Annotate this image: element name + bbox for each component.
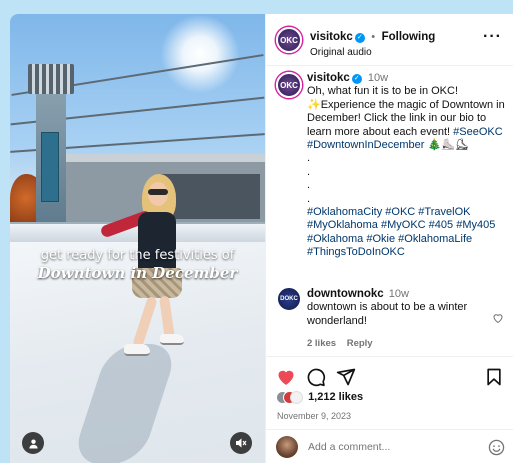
comment-body: downtownokc 10w downtown is about to be …	[307, 288, 487, 351]
sun-glare	[160, 14, 240, 94]
hashtag-link[interactable]: #Oklahoma	[307, 233, 363, 245]
hashtag-link[interactable]: #MyOKC	[381, 219, 426, 231]
hashtag-link[interactable]: #My405	[456, 219, 495, 231]
comments-scroll-area[interactable]: OKC visitokc ✓ 10w Oh, what fun it is to …	[266, 66, 513, 356]
avatar-text: OKC	[280, 35, 298, 45]
post-actions: 1,212 likes November 9, 2023	[266, 356, 513, 463]
caption-dot: .	[307, 192, 311, 205]
comment-like-heart-icon[interactable]	[492, 312, 504, 324]
verified-badge-icon: ✓	[351, 74, 362, 84]
comment-text: downtown is about to be a winter wonderl…	[307, 301, 468, 327]
post-details-panel: OKC visitokc ✓ • Following Original audio…	[265, 14, 513, 463]
more-options-icon[interactable]: ···	[483, 28, 502, 46]
person-icon	[28, 438, 38, 449]
hashtag-link[interactable]: #OklahomaCity	[307, 206, 382, 218]
add-comment-input[interactable]	[308, 439, 468, 455]
header-info: visitokc ✓ • Following Original audio	[310, 27, 435, 58]
verified-badge-icon: ✓	[354, 33, 365, 43]
avatar-text: DOKC	[280, 296, 298, 302]
comment-likes[interactable]: 2 likes	[307, 338, 336, 349]
tower-banner	[41, 132, 59, 202]
mute-button[interactable]	[230, 432, 252, 454]
current-user-avatar[interactable]	[276, 436, 298, 458]
separator: •	[371, 31, 376, 43]
tower-floodlights	[28, 64, 74, 94]
share-paper-plane-icon[interactable]	[336, 367, 356, 387]
post-author-avatar[interactable]: OKC	[276, 72, 302, 98]
emoji-smiley-icon[interactable]	[488, 439, 505, 456]
commenter-username[interactable]: downtownokc	[307, 288, 384, 300]
video-caption-line2: Downtown in December	[37, 264, 238, 282]
add-comment-bar	[266, 429, 513, 463]
post-caption: visitokc ✓ 10w Oh, what fun it is to be i…	[307, 72, 507, 260]
author-avatar[interactable]: OKC	[276, 27, 302, 53]
hashtag-link[interactable]: #OKC	[385, 206, 415, 218]
user-tags-button[interactable]	[22, 432, 44, 454]
post-date[interactable]: November 9, 2023	[277, 411, 351, 421]
instagram-post-modal: get ready for the festivities of Downtow…	[10, 14, 513, 463]
caption-dot: .	[307, 165, 311, 178]
hashtag-link[interactable]: #MyOklahoma	[307, 219, 378, 231]
hashtag-link[interactable]: #SeeOKC	[453, 126, 503, 138]
caption-dot: .	[307, 152, 311, 165]
video-caption-line1: get ready for the festivities of	[40, 248, 235, 263]
post-video[interactable]: get ready for the festivities of Downtow…	[10, 14, 265, 463]
commenter-avatar[interactable]: DOKC	[276, 286, 302, 312]
liker-avatar	[290, 391, 303, 404]
hashtag-link[interactable]: #DowntownInDecember	[307, 139, 424, 151]
likes-summary[interactable]: 1,212 likes	[276, 391, 363, 404]
hashtag-link[interactable]: #TravelOK	[418, 206, 470, 218]
audio-link[interactable]: Original audio	[310, 47, 435, 58]
comment-icon[interactable]	[306, 367, 326, 387]
likes-count[interactable]: 1,212 likes	[308, 391, 363, 403]
post-header: OKC visitokc ✓ • Following Original audio…	[266, 14, 513, 66]
caption-line1: Oh, what fun it is to be in OKC!	[307, 85, 459, 98]
hashtag-link[interactable]: #ThingsToDoInOKC	[307, 246, 405, 258]
comment-age: 10w	[388, 288, 409, 300]
heart-liked-icon[interactable]	[276, 367, 296, 387]
reply-button[interactable]: Reply	[347, 338, 373, 349]
hashtag-link[interactable]: #405	[429, 219, 453, 231]
caption-dot: .	[307, 179, 311, 192]
hashtag-link[interactable]: #OklahomaLife	[398, 233, 472, 245]
author-username[interactable]: visitokc	[310, 31, 353, 43]
caption-emoji: 🎄⛸️⛸	[427, 139, 469, 152]
speaker-muted-icon	[236, 438, 247, 448]
save-bookmark-icon[interactable]	[484, 367, 504, 387]
caption-username[interactable]: visitokc	[307, 72, 350, 84]
avatar-text: OKC	[280, 80, 298, 90]
hashtag-link[interactable]: #Okie	[366, 233, 395, 245]
following-button[interactable]: Following	[382, 31, 436, 43]
caption-age: 10w	[367, 72, 389, 84]
